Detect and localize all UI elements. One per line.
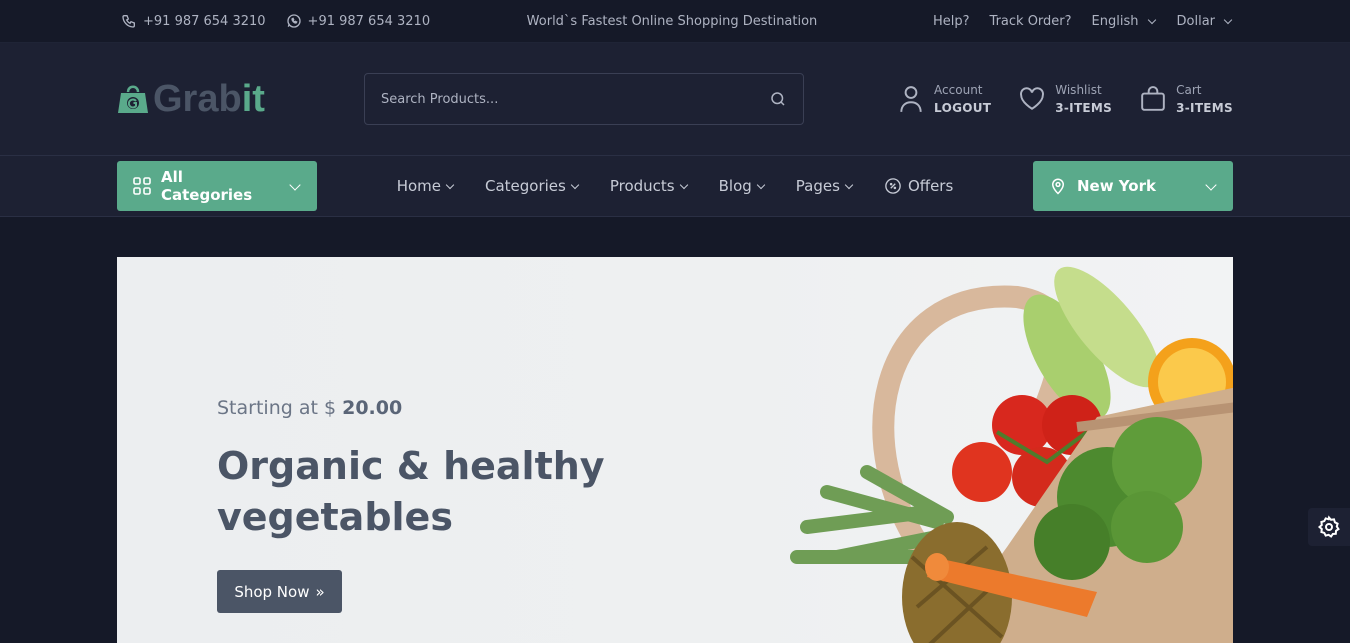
logo-text-accent: it xyxy=(241,77,265,120)
cart-count: 3-ITEMS xyxy=(1176,101,1233,115)
currency-value: Dollar xyxy=(1176,13,1216,29)
nav-item-label: Blog xyxy=(718,177,752,195)
top-links: Help? Track Order? English Dollar xyxy=(933,14,1233,29)
hero-subtitle: Starting at $ 20.00 xyxy=(217,397,402,419)
phone-number: +91 987 654 3210 xyxy=(143,13,266,29)
nav-item-products[interactable]: Products xyxy=(610,177,689,195)
grid-icon xyxy=(133,177,151,195)
contact-phones: +91 987 654 3210 +91 987 654 3210 xyxy=(121,13,481,29)
hero-banner: Starting at $ 20.00 Organic & healthy ve… xyxy=(117,257,1233,643)
phone-contact[interactable]: +91 987 654 3210 xyxy=(121,13,266,29)
hero-title: Organic & healthy vegetables xyxy=(217,444,605,539)
chevron-down-icon xyxy=(445,180,455,189)
nav-menu: Home Categories Products Blog Pages Offe… xyxy=(317,177,1033,195)
account-value: LOGOUT xyxy=(934,101,992,115)
location-label: New York xyxy=(1077,177,1156,195)
nav-item-label: Products xyxy=(609,177,675,195)
currency-select[interactable]: Dollar xyxy=(1177,14,1234,29)
wishlist-button[interactable]: Wishlist 3-ITEMS xyxy=(1019,81,1112,117)
nav-item-label: Pages xyxy=(795,177,840,195)
whatsapp-number: +91 987 654 3210 xyxy=(307,13,431,29)
user-icon xyxy=(900,86,922,112)
hero-sub-prefix: Starting at $ xyxy=(217,397,343,419)
location-selector[interactable]: New York xyxy=(1033,161,1233,211)
cart-label: Cart xyxy=(1176,83,1202,97)
chevron-down-icon xyxy=(844,180,854,189)
track-order-link[interactable]: Track Order? xyxy=(990,14,1072,29)
nav-item-pages[interactable]: Pages xyxy=(796,177,854,195)
main-content: Starting at $ 20.00 Organic & healthy ve… xyxy=(0,217,1350,643)
nav-item-home[interactable]: Home xyxy=(397,177,455,195)
settings-tab[interactable] xyxy=(1308,508,1350,546)
account-button[interactable]: Account LOGOUT xyxy=(898,81,991,117)
top-bar: +91 987 654 3210 +91 987 654 3210 World`… xyxy=(0,0,1350,43)
all-categories-button[interactable]: All Categories xyxy=(117,161,317,211)
offer-badge-icon xyxy=(885,178,901,194)
map-pin-icon xyxy=(1051,178,1065,195)
heart-icon xyxy=(1020,87,1045,110)
search-icon[interactable] xyxy=(769,90,787,108)
tagline: World`s Fastest Online Shopping Destinat… xyxy=(526,13,818,29)
nav-item-label: Categories xyxy=(484,177,566,195)
language-value: English xyxy=(1091,13,1139,29)
whatsapp-contact[interactable]: +91 987 654 3210 xyxy=(286,13,431,29)
help-link[interactable]: Help? xyxy=(933,14,970,29)
chevron-down-icon xyxy=(1223,15,1233,24)
logo-bag-icon xyxy=(118,85,148,113)
cart-button[interactable]: Cart 3-ITEMS xyxy=(1140,81,1233,117)
chevron-down-icon xyxy=(756,180,766,189)
search-input[interactable] xyxy=(381,91,769,107)
all-categories-label: All Categories xyxy=(161,168,253,204)
whatsapp-icon xyxy=(286,14,301,28)
wishlist-count: 3-ITEMS xyxy=(1055,101,1113,115)
language-select[interactable]: English xyxy=(1092,14,1157,29)
chevron-down-icon xyxy=(289,178,301,191)
main-nav: All Categories Home Categories Products … xyxy=(0,156,1350,217)
nav-item-offers[interactable]: Offers xyxy=(884,177,953,195)
hero-price: 20.00 xyxy=(342,397,403,419)
wishlist-label: Wishlist xyxy=(1055,83,1102,97)
gear-icon xyxy=(1317,515,1340,538)
header-actions: Account LOGOUT Wishlist 3-ITEMS Cart 3-ITEM… xyxy=(804,81,1233,117)
chevron-down-icon xyxy=(570,180,580,189)
account-label: Account xyxy=(934,83,983,97)
shop-now-button[interactable]: Shop Now » xyxy=(217,570,342,613)
logo-text-primary: Grab xyxy=(153,77,242,120)
main-header: Grabit Account LOGOUT Wishlist 3-ITEMS Car… xyxy=(0,43,1350,156)
nav-item-blog[interactable]: Blog xyxy=(719,177,766,195)
bag-icon xyxy=(1141,86,1165,111)
chevron-down-icon xyxy=(1205,178,1217,191)
logo[interactable]: Grab it xyxy=(117,78,364,121)
vegetable-bag-image xyxy=(790,266,1233,643)
shop-now-label: Shop Now xyxy=(234,582,310,601)
nav-item-label: Offers xyxy=(907,177,954,195)
nav-item-categories[interactable]: Categories xyxy=(485,177,580,195)
chevron-down-icon xyxy=(679,180,688,189)
search-box xyxy=(364,73,804,125)
double-chevron-right-icon: » xyxy=(315,582,325,601)
phone-icon xyxy=(122,15,135,28)
nav-item-label: Home xyxy=(396,177,441,195)
chevron-down-icon xyxy=(1147,15,1156,24)
